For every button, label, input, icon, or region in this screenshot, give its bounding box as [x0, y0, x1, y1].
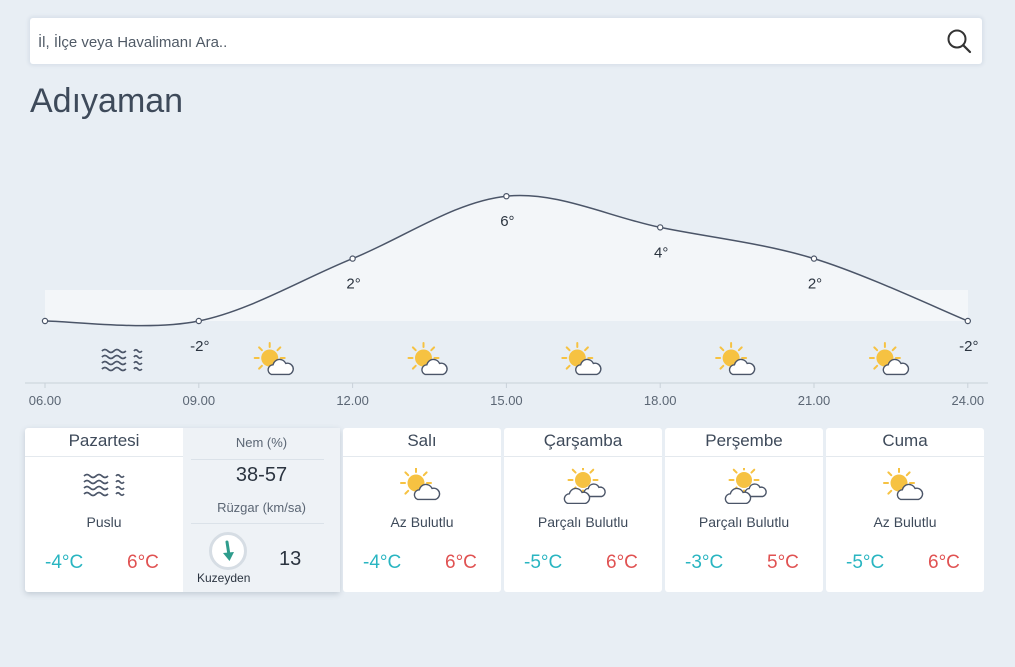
x-tick-label: 21.00 — [798, 393, 831, 408]
x-tick-label: 09.00 — [183, 393, 216, 408]
day-name: Cuma — [826, 428, 984, 457]
partly-cloudy-icon — [715, 342, 756, 376]
partly-cloudy-icon — [561, 342, 602, 376]
temperature-point — [195, 317, 202, 325]
forecast-card[interactable]: Perşembe Parçalı Bulutlu -3°C 5°C — [665, 428, 823, 592]
today-details: Nem (%) 38-57 Rüzgar (km/sa) Kuzeyden 13 — [183, 428, 340, 592]
search-icon[interactable] — [946, 28, 972, 54]
min-temp: -4°C — [363, 552, 402, 573]
x-tick-label: 06.00 — [29, 393, 62, 408]
day-name: Perşembe — [665, 428, 823, 457]
max-temp: 6°C — [445, 552, 477, 573]
mostly-cloudy-icon — [563, 468, 606, 504]
temperature-label: -2° — [959, 338, 978, 355]
wind-speed-value: 13 — [279, 548, 302, 570]
min-temp: -3°C — [685, 552, 724, 573]
condition-label: Puslu — [86, 514, 122, 530]
partly-cloudy-icon — [400, 468, 441, 501]
temperature-point — [810, 255, 818, 262]
x-tick-label: 24.00 — [952, 393, 985, 408]
temperature-point — [349, 255, 356, 262]
today-card[interactable]: Pazartesi Puslu -4°C 6°C Nem (%) 38-57 R… — [25, 428, 340, 592]
search-input[interactable] — [36, 18, 930, 66]
partly-cloudy-icon — [883, 468, 924, 501]
min-temp: -4°C — [45, 552, 84, 573]
today-summary: Pazartesi Puslu -4°C 6°C — [25, 428, 183, 592]
x-tick-label: 18.00 — [644, 393, 677, 408]
temperature-label: -2° — [190, 338, 209, 355]
day-name: Çarşamba — [504, 428, 662, 457]
page-title: Adıyaman — [30, 82, 184, 120]
day-name: Pazartesi — [25, 428, 183, 457]
max-temp: 5°C — [767, 552, 799, 573]
min-temp: -5°C — [524, 552, 563, 573]
wind-direction-icon — [209, 532, 247, 570]
forecast-card[interactable]: Çarşamba Parçalı Bulutlu -5°C 6°C — [504, 428, 662, 592]
temperature-point — [503, 193, 510, 200]
hourly-temperature-chart: 06.00 -2° 09.00 2° 12.00 6° 15.00 4° 18.00 2° 21.0… — [25, 193, 988, 408]
divider — [191, 459, 324, 460]
mostly-cloudy-icon — [724, 468, 767, 504]
condition-label: Parçalı Bulutlu — [537, 514, 629, 530]
temperature-point — [964, 317, 972, 325]
temperature-label: 2° — [808, 276, 822, 293]
partly-cloudy-icon — [253, 342, 294, 376]
temperature-label: 6° — [500, 213, 514, 230]
condition-label: Az Bulutlu — [390, 514, 454, 530]
arrow-down-icon — [223, 540, 234, 561]
fog-icon — [83, 473, 125, 497]
humidity-label: Nem (%) — [235, 435, 288, 450]
search-bar — [30, 18, 982, 66]
x-tick-label: 15.00 — [490, 393, 523, 408]
max-temp: 6°C — [606, 552, 638, 573]
wind-direction-label: Kuzeyden — [197, 571, 251, 585]
x-tick-label: 12.00 — [336, 393, 369, 408]
temperature-label: 4° — [654, 244, 668, 261]
temperature-point — [657, 224, 664, 231]
day-name: Salı — [343, 428, 501, 457]
min-temp: -5°C — [846, 552, 885, 573]
max-temp: 6°C — [928, 552, 960, 573]
temperature-point — [41, 317, 49, 325]
wind-label: Rüzgar (km/sa) — [217, 500, 306, 515]
max-temp: 6°C — [127, 552, 159, 573]
forecast-card[interactable]: Salı Az Bulutlu -4°C 6°C — [343, 428, 501, 592]
humidity-value: 38-57 — [235, 464, 288, 486]
temperature-label: 2° — [346, 276, 360, 293]
divider — [191, 523, 324, 524]
condition-label: Parçalı Bulutlu — [698, 514, 790, 530]
partly-cloudy-icon — [868, 342, 910, 376]
condition-label: Az Bulutlu — [873, 514, 937, 530]
fog-icon — [101, 348, 143, 372]
forecast-card[interactable]: Cuma Az Bulutlu -5°C 6°C — [826, 428, 984, 592]
partly-cloudy-icon — [407, 342, 448, 376]
